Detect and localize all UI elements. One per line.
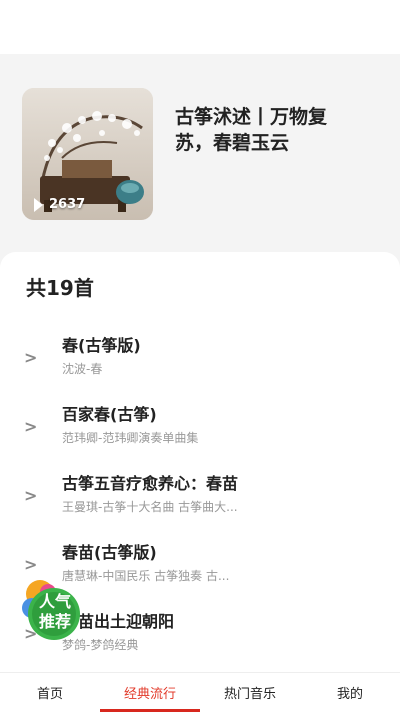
- song-artist-album: 沈波-春: [62, 362, 103, 376]
- song-item[interactable]: > 百家春(古筝) 范玮卿-范玮卿演奏单曲集: [0, 395, 400, 461]
- song-artist-album: 范玮卿-范玮卿演奏单曲集: [62, 431, 199, 445]
- badge-line-2: 推荐: [38, 612, 71, 631]
- playlist-cover[interactable]: 2637: [22, 88, 153, 220]
- status-bar: [0, 0, 400, 54]
- popular-recommend-badge[interactable]: 人气 推荐: [18, 578, 88, 644]
- song-title: 百家春(古筝): [62, 405, 157, 424]
- song-artist-album: 唐慧琳-中国民乐 古筝独奏 古...: [62, 569, 230, 583]
- tab-classic-pop[interactable]: 经典流行: [100, 673, 200, 712]
- chevron-right-icon: >: [24, 486, 38, 505]
- tab-hot-music[interactable]: 热门音乐: [200, 673, 300, 712]
- bottom-tab-bar: 首页 经典流行 热门音乐 我的: [0, 672, 400, 712]
- chevron-right-icon: >: [24, 348, 38, 367]
- playlist-title: 古筝沭述丨万物复苏，春碧玉云: [175, 106, 328, 154]
- song-item[interactable]: > 春(古筝版) 沈波-春: [0, 326, 400, 392]
- playlist-header: 2637 古筝沭述丨万物复苏，春碧玉云: [0, 54, 400, 264]
- song-count-title: 共19首: [26, 276, 94, 300]
- tab-home[interactable]: 首页: [0, 673, 100, 712]
- song-item[interactable]: > 古筝五音疗愈养心：春苗 王曼琪-古筝十大名曲 古筝曲大...: [0, 464, 400, 530]
- song-title: 春苗(古筝版): [62, 543, 157, 562]
- play-count-value: 2637: [49, 197, 86, 212]
- play-count: 2637: [34, 197, 85, 212]
- chevron-right-icon: >: [24, 555, 38, 574]
- play-icon: [34, 197, 43, 212]
- song-title: 春(古筝版): [62, 336, 141, 355]
- badge-line-1: 人气: [38, 592, 71, 611]
- chevron-right-icon: >: [24, 417, 38, 436]
- badge-text: 人气 推荐: [32, 592, 78, 632]
- song-artist-album: 王曼琪-古筝十大名曲 古筝曲大...: [62, 500, 238, 514]
- tab-mine[interactable]: 我的: [300, 673, 400, 712]
- song-title: 古筝五音疗愈养心：春苗: [62, 474, 239, 493]
- song-artist-album: 梦鸽-梦鸽经典: [62, 638, 139, 652]
